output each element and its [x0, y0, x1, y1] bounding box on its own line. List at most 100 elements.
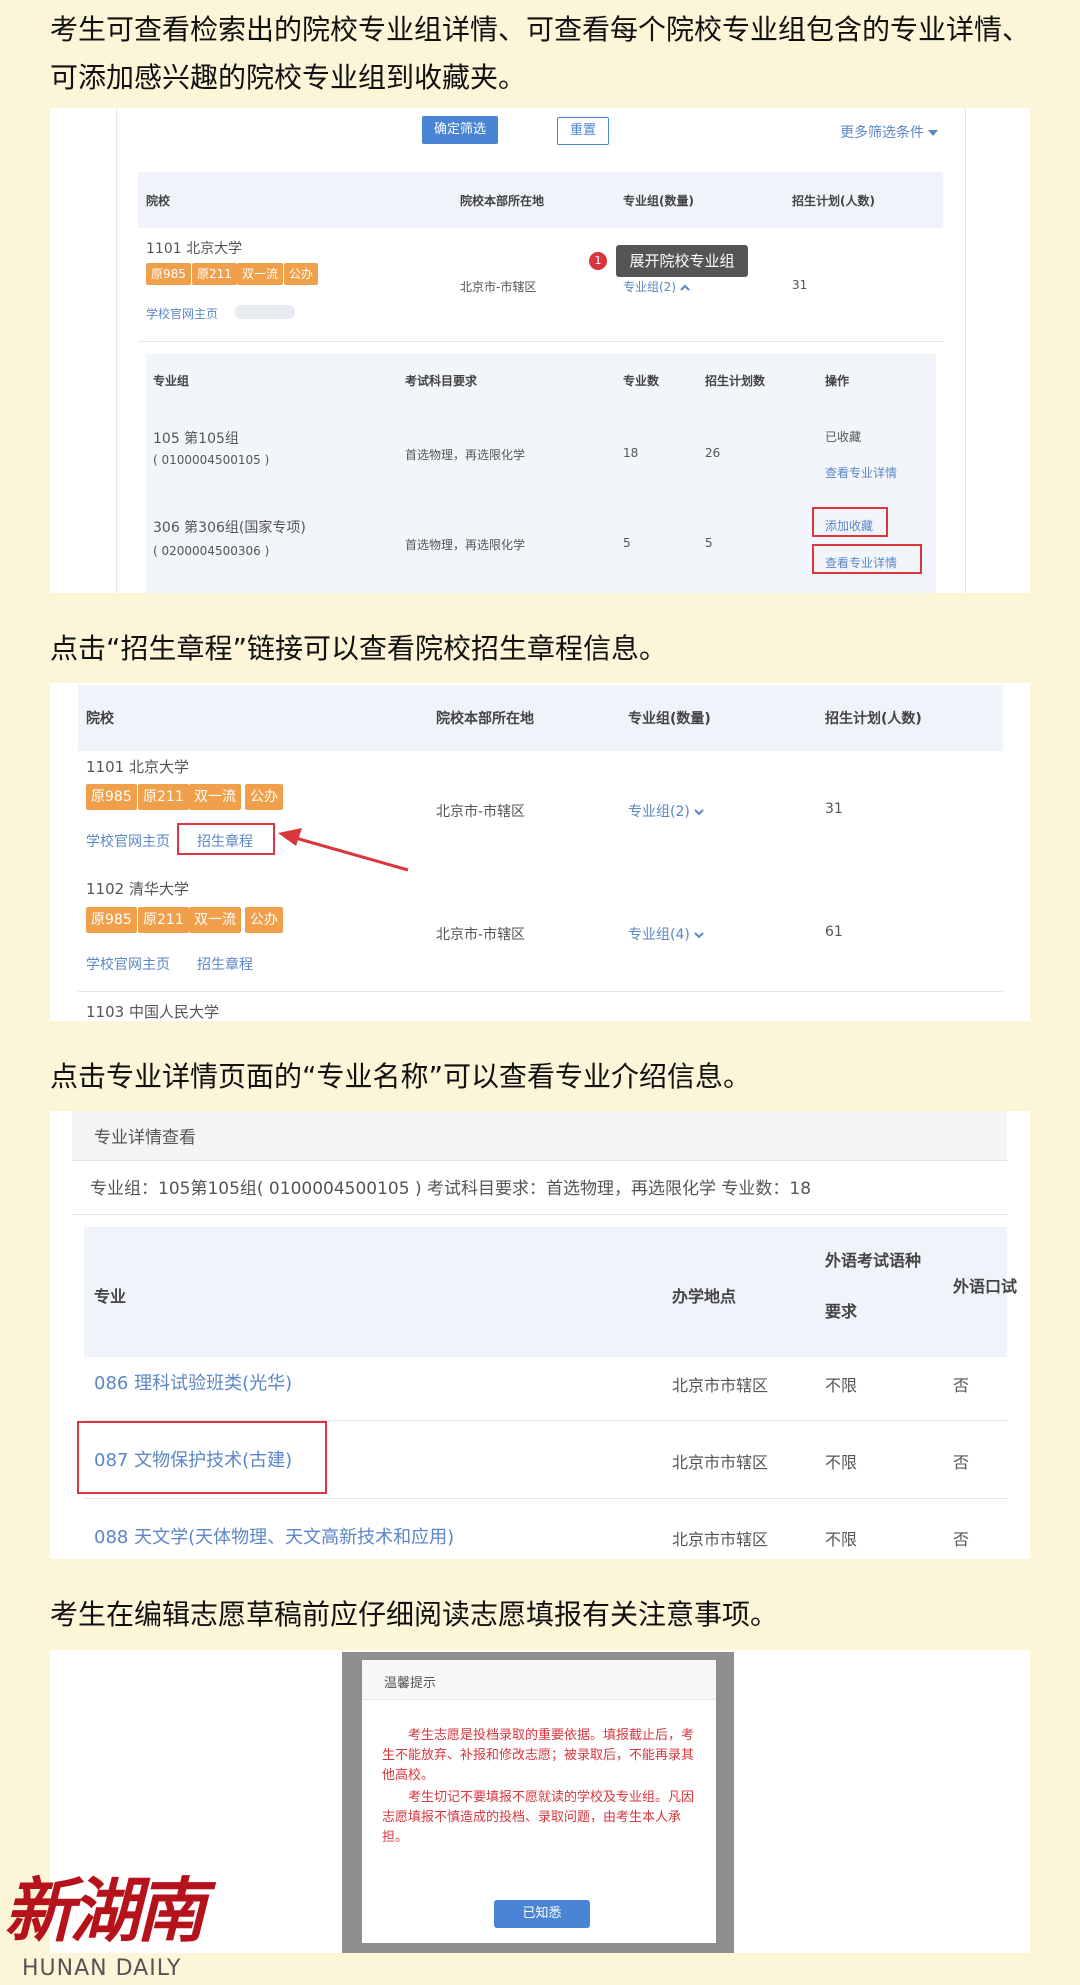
header-school: 院校 — [86, 711, 114, 727]
school-name: 1101 北京大学 — [86, 758, 189, 776]
step-badge: 1 — [589, 252, 607, 270]
major-oral: 否 — [953, 1530, 970, 1549]
view-majors-link[interactable]: 查看专业详情 — [825, 464, 897, 481]
sub-header-subject: 考试科目要求 — [405, 374, 478, 388]
tag-985: 原985 — [146, 263, 191, 285]
reset-button[interactable]: 重置 — [557, 117, 609, 145]
major-oral: 否 — [953, 1453, 970, 1472]
major-link[interactable]: 086 理科试验班类(光华) — [94, 1369, 292, 1395]
triangle-down-icon — [928, 130, 939, 136]
group-plan: 26 — [705, 446, 721, 460]
tag-public: 公办 — [245, 907, 283, 933]
header-location: 院校本部所在地 — [436, 711, 534, 727]
dialog-title: 温馨提示 — [384, 1676, 437, 1691]
major-place: 北京市市辖区 — [672, 1376, 769, 1395]
panel-title: 专业详情查看 — [94, 1128, 196, 1148]
highlight-add-favorite — [812, 507, 888, 537]
header-groups: 专业组(数量) — [628, 711, 711, 727]
tooltip: 展开院校专业组 — [616, 245, 748, 277]
notice-paragraph-1: 考生志愿是投档录取的重要依据。填报截止后，考生不能放弃、补报和修改志愿；被录取后… — [382, 1728, 695, 1783]
school-plan: 31 — [825, 801, 843, 817]
chevron-down-icon — [694, 932, 705, 939]
group-info: 专业组：105第105组( 0100004500105 ) 考试科目要求：首选物… — [90, 1179, 812, 1199]
header-oral: 外语口试 — [953, 1277, 1018, 1296]
header-plan: 招生计划(人数) — [825, 711, 922, 727]
school-plan: 61 — [825, 924, 843, 940]
charter-link[interactable]: 招生章程 — [197, 954, 253, 974]
tag-double-first-class: 双一流 — [189, 907, 241, 933]
header-place: 办学地点 — [672, 1287, 737, 1306]
school-plan: 31 — [792, 278, 808, 292]
highlight-charter — [177, 823, 275, 855]
major-lang: 不限 — [825, 1376, 858, 1395]
tag-211: 原211 — [138, 784, 189, 810]
caption-4: 考生在编辑志愿草稿前应仔细阅读志愿填报有关注意事项。 — [50, 1598, 779, 1631]
header-groups: 专业组(数量) — [623, 194, 694, 208]
school-location: 北京市-市辖区 — [460, 280, 537, 294]
header-lang-req: 要求 — [825, 1302, 858, 1321]
blurred-link — [235, 305, 295, 319]
acknowledge-button[interactable]: 已知悉 — [494, 1900, 590, 1928]
major-oral: 否 — [953, 1376, 970, 1395]
group-code: ( 0200004500306 ) — [153, 544, 270, 558]
arrow-icon — [278, 828, 409, 872]
sub-header-action: 操作 — [825, 374, 850, 388]
notice-dialog: 温馨提示 考生志愿是投档录取的重要依据。填报截止后，考生不能放弃、补报和修改志愿… — [362, 1660, 716, 1943]
header-location: 院校本部所在地 — [460, 194, 545, 208]
homepage-link[interactable]: 学校官网主页 — [86, 954, 170, 974]
school-name: 1101 北京大学 — [146, 241, 243, 257]
notice-paragraph-2: 考生切记不要填报不愿就读的学校及专业组。凡因志愿填报不慎造成的投档、录取问题，由… — [382, 1790, 695, 1845]
group-count: 18 — [623, 446, 639, 460]
tag-double-first-class: 双一流 — [189, 784, 241, 810]
tag-211: 原211 — [138, 907, 189, 933]
groups-toggle[interactable]: 专业组(4) — [628, 924, 705, 944]
school-name: 1103 中国人民大学 — [86, 1003, 219, 1021]
major-lang: 不限 — [825, 1530, 858, 1549]
tag-public: 公办 — [245, 784, 283, 810]
chevron-down-icon — [694, 809, 705, 816]
sub-header-count: 专业数 — [623, 374, 660, 388]
tag-public: 公办 — [284, 263, 319, 285]
major-place: 北京市市辖区 — [672, 1453, 769, 1472]
group-subject: 首选物理，再选限化学 — [405, 448, 526, 462]
watermark-logo: 新湖南 — [4, 1869, 206, 1952]
homepage-link[interactable]: 学校官网主页 — [86, 831, 170, 851]
tag-985: 原985 — [86, 907, 137, 933]
group-name: 105 第105组 — [153, 431, 239, 447]
screenshot-charter: 院校 院校本部所在地 专业组(数量) 招生计划(人数) 1101 北京大学 原9… — [50, 683, 1030, 1021]
chevron-up-icon — [680, 284, 690, 291]
tag-double-first-class: 双一流 — [237, 263, 284, 285]
group-code: ( 0100004500105 ) — [153, 453, 270, 467]
highlight-major — [77, 1421, 327, 1494]
sub-header-plan: 招生计划数 — [705, 374, 766, 388]
major-lang: 不限 — [825, 1453, 858, 1472]
groups-toggle[interactable]: 专业组(2) — [628, 801, 705, 821]
screenshot-major-details: 专业详情查看 专业组：105第105组( 0100004500105 ) 考试科… — [50, 1111, 1030, 1559]
groups-toggle[interactable]: 专业组(2) — [623, 278, 690, 295]
tag-985: 原985 — [86, 784, 137, 810]
highlight-view-majors — [812, 544, 922, 574]
confirm-filter-button[interactable]: 确定筛选 — [422, 116, 498, 144]
major-link[interactable]: 088 天文学(天体物理、天文高新技术和应用) — [94, 1523, 454, 1549]
school-name: 1102 清华大学 — [86, 880, 189, 898]
group-count: 5 — [623, 536, 631, 550]
group-plan: 5 — [705, 536, 713, 550]
header-lang: 外语考试语种 — [825, 1251, 922, 1270]
caption-1: 考生可查看检索出的院校专业组详情、可查看每个院校专业组包含的专业详情、可添加感兴… — [50, 13, 1031, 94]
header-major: 专业 — [94, 1287, 127, 1306]
school-location: 北京市-市辖区 — [436, 927, 526, 943]
screenshot-school-groups: 确定筛选 重置 更多筛选条件 院校 院校本部所在地 专业组(数量) 招生计划(人… — [50, 108, 1030, 593]
homepage-link[interactable]: 学校官网主页 — [146, 305, 218, 322]
major-place: 北京市市辖区 — [672, 1530, 769, 1549]
group-name: 306 第306组(国家专项) — [153, 520, 306, 536]
sub-header-group: 专业组 — [153, 374, 190, 388]
header-plan: 招生计划(人数) — [792, 194, 875, 208]
more-filters-link[interactable]: 更多筛选条件 — [840, 122, 939, 142]
tag-211: 原211 — [192, 263, 237, 285]
caption-3: 点击专业详情页面的“专业名称”可以查看专业介绍信息。 — [50, 1060, 752, 1093]
panel-header — [72, 1111, 1007, 1161]
group-subject: 首选物理，再选限化学 — [405, 538, 526, 552]
caption-2: 点击“招生章程”链接可以查看院校招生章程信息。 — [50, 632, 668, 665]
watermark-subtitle: HUNAN DAILY — [22, 1956, 182, 1981]
school-location: 北京市-市辖区 — [436, 804, 526, 820]
